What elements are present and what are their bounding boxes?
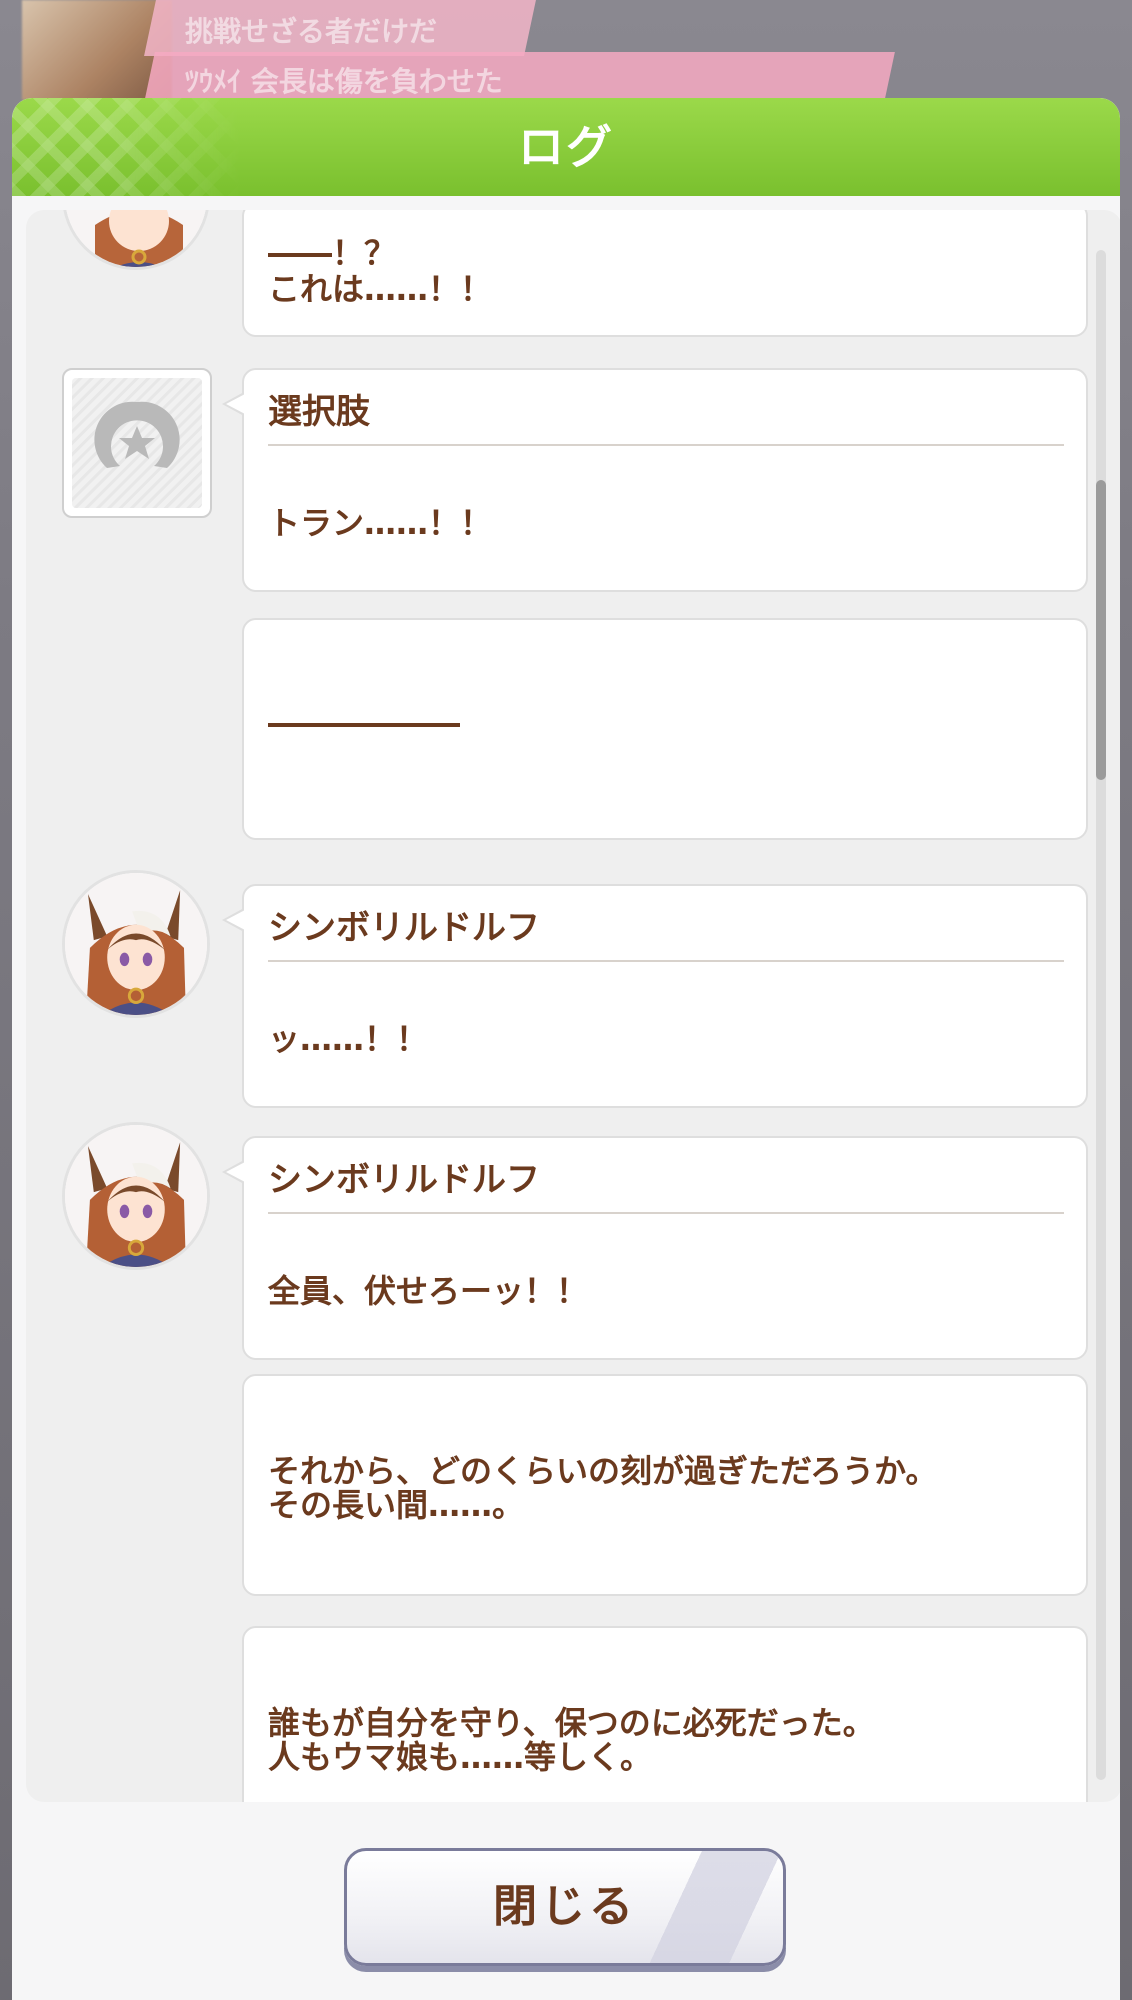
message-bubble: それから、どのくらいの刻が過ぎただろうか。 その長い間……。 bbox=[242, 1374, 1088, 1596]
modal-header: ログ bbox=[12, 98, 1120, 196]
message-line: 全員、伏せろーッ！！ bbox=[268, 1272, 589, 1310]
message-bubble: ――！？ これは……！！ bbox=[242, 210, 1088, 337]
speaker-name: シンボリルドルフ bbox=[268, 908, 540, 948]
message-line: ―――――― bbox=[268, 704, 460, 742]
log-modal: ログ ――！？ これは……！！ 選択肢 トラン……！！ ―――――― シンボリル… bbox=[12, 98, 1120, 2000]
message-line: ッ……！！ bbox=[268, 1020, 429, 1058]
message-bubble: シンボリルドルフ ッ……！！ bbox=[222, 884, 1088, 1108]
speaker-name: シンボリルドルフ bbox=[268, 1160, 540, 1200]
message-bubble: 選択肢 トラン……！！ bbox=[222, 368, 1088, 592]
message-bubble: 誰もが自分を守り、保つのに必死だった。 人もウマ娘も……等しく。 bbox=[242, 1626, 1088, 1802]
message-line: 人もウマ娘も……等しく。 bbox=[268, 1738, 653, 1776]
close-button-label: 閉じる bbox=[493, 1881, 637, 1932]
speaker-name: 選択肢 bbox=[268, 392, 370, 432]
background-banner-bottom-text: ﾂｳﾒｲ 会長は傷を負わせた bbox=[185, 65, 503, 98]
message-line: 誰もが自分を守り、保つのに必死だった。 bbox=[268, 1704, 875, 1742]
log-list[interactable]: ――！？ これは……！！ 選択肢 トラン……！！ ―――――― シンボリルドルフ… bbox=[26, 210, 1120, 1802]
modal-title: ログ bbox=[518, 120, 614, 174]
message-line: それから、どのくらいの刻が過ぎただろうか。 bbox=[268, 1452, 938, 1490]
message-line: その長い間……。 bbox=[268, 1486, 525, 1524]
close-button[interactable]: 閉じる bbox=[344, 1848, 786, 1966]
speaker-divider bbox=[268, 960, 1064, 962]
message-bubble: ―――――― bbox=[242, 618, 1088, 840]
message-bubble: シンボリルドルフ 全員、伏せろーッ！！ bbox=[222, 1136, 1088, 1360]
speaker-divider bbox=[268, 1212, 1064, 1214]
scrollbar-track[interactable] bbox=[1096, 250, 1106, 1780]
scrollbar-thumb[interactable] bbox=[1096, 480, 1106, 780]
choice-avatar bbox=[62, 368, 212, 518]
message-line: これは……！！ bbox=[268, 270, 493, 308]
character-avatar bbox=[62, 1122, 210, 1270]
speaker-divider bbox=[268, 444, 1064, 446]
message-line: ――！？ bbox=[268, 234, 397, 272]
background-banner-top-text: 挑戦せざる者だけだ bbox=[185, 15, 438, 48]
message-line: トラン……！！ bbox=[268, 504, 493, 542]
character-avatar bbox=[62, 210, 210, 270]
character-avatar bbox=[62, 870, 210, 1018]
